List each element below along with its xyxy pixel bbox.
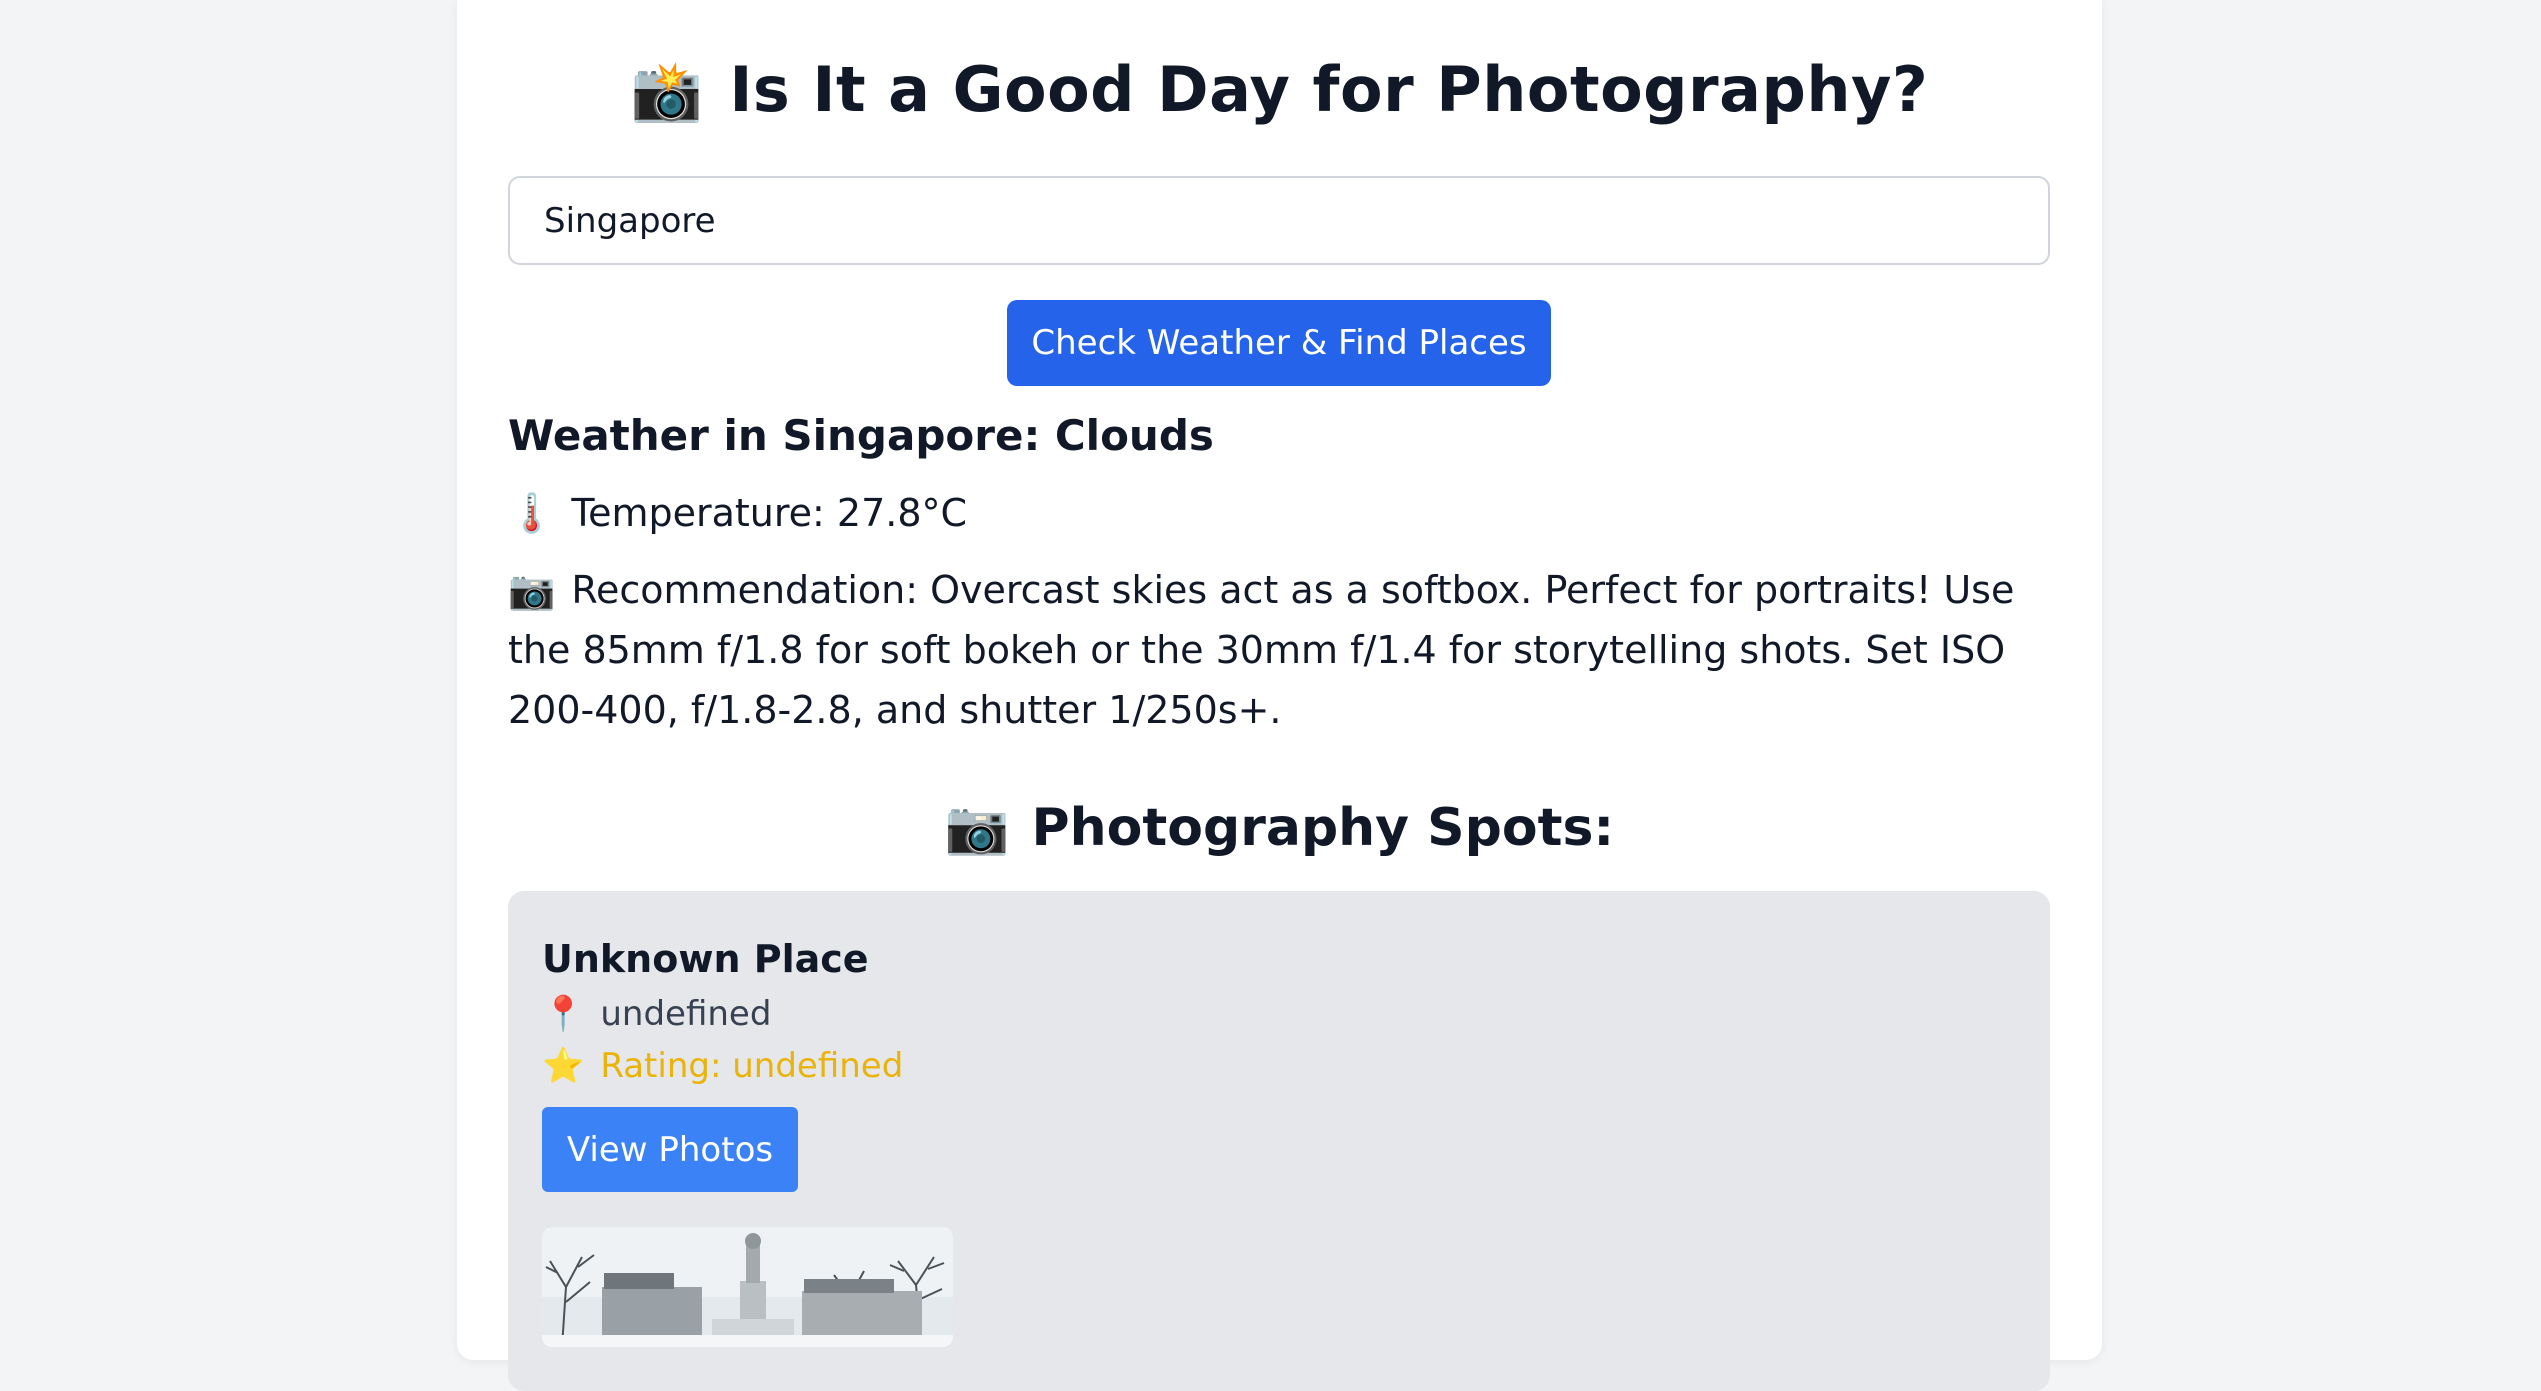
- star-icon: ⭐: [542, 1046, 585, 1086]
- temperature-line: 🌡️ Temperature: 27.8°C: [508, 483, 967, 543]
- camera-flash-icon: 📸: [630, 57, 704, 125]
- place-photo-image: [542, 1227, 953, 1347]
- place-card: Unknown Place 📍 undefined ⭐ Rating: undefi…: [508, 891, 2050, 1391]
- camera-icon: 📷: [944, 798, 1010, 858]
- recommendation-text-block: 📷 Recommendation: Overcast skies act as a…: [508, 560, 2068, 740]
- weather-heading: Weather in Singapore: Clouds: [508, 411, 1214, 460]
- temperature-text: Temperature: 27.8°C: [571, 491, 968, 535]
- place-photo-thumbnail[interactable]: [542, 1227, 953, 1347]
- recommendation-text: Recommendation: Overcast skies act as a …: [508, 568, 2015, 732]
- place-name: Unknown Place: [542, 937, 869, 981]
- page-title: 📸 Is It a Good Day for Photography?: [457, 50, 2102, 131]
- spots-heading: 📷 Photography Spots:: [457, 790, 2102, 866]
- place-rating-text: Rating: undefined: [600, 1046, 904, 1086]
- camera-icon: 📷: [508, 568, 556, 612]
- main-card: 📸 Is It a Good Day for Photography? Check…: [457, 0, 2102, 1391]
- city-search-input[interactable]: [508, 176, 2050, 265]
- thermometer-icon: 🌡️: [508, 491, 556, 535]
- place-rating: ⭐ Rating: undefined: [542, 1040, 903, 1092]
- place-address-text: undefined: [600, 994, 772, 1034]
- page-title-text: Is It a Good Day for Photography?: [729, 53, 1929, 126]
- check-weather-button[interactable]: Check Weather & Find Places: [1007, 300, 1551, 386]
- place-address: 📍 undefined: [542, 988, 771, 1040]
- spots-heading-text: Photography Spots:: [1031, 798, 1615, 858]
- pin-icon: 📍: [542, 994, 585, 1034]
- view-photos-button[interactable]: View Photos: [542, 1107, 798, 1192]
